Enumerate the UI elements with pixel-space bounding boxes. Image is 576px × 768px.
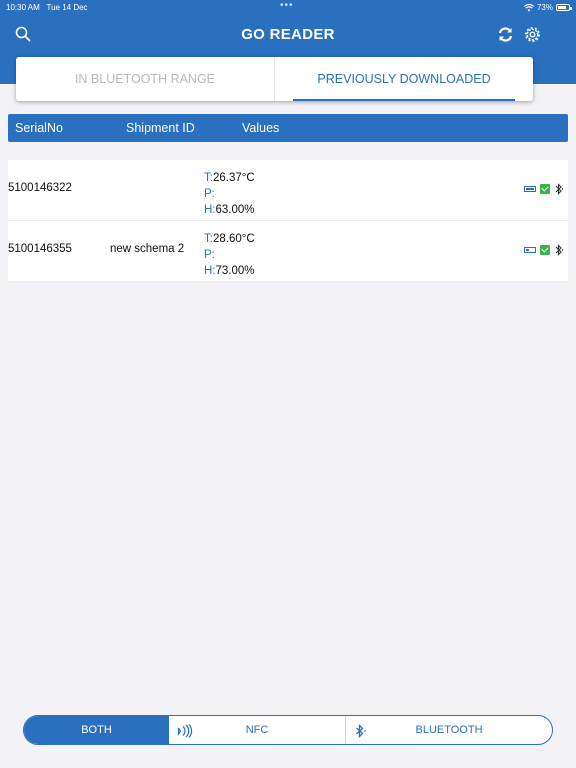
filter-label: BOTH xyxy=(81,724,112,736)
battery-percent: 73% xyxy=(536,3,553,12)
pressure-label: P: xyxy=(204,188,215,200)
column-header-serial: SerialNo xyxy=(15,121,63,135)
wifi-icon xyxy=(523,3,534,11)
sensor-values: T:26.37°C P: H:63.00% xyxy=(204,170,255,218)
check-icon xyxy=(540,245,550,255)
temperature-label: T: xyxy=(204,172,213,184)
refresh-icon xyxy=(498,26,512,42)
battery-level xyxy=(526,249,530,251)
filter-nfc-button[interactable]: NFC xyxy=(169,716,346,744)
battery-icon xyxy=(524,186,536,192)
temperature-label: T: xyxy=(204,233,213,245)
status-right: 73% xyxy=(523,3,572,12)
filter-bluetooth-button[interactable]: BLUETOOTH xyxy=(346,716,552,744)
nfc-icon xyxy=(177,724,193,738)
bluetooth-icon xyxy=(356,724,366,738)
filter-label: BLUETOOTH xyxy=(415,724,483,736)
battery-icon xyxy=(556,4,572,11)
tab-previously-downloaded[interactable]: PREVIOUSLY DOWNLOADED xyxy=(275,57,533,101)
refresh-button[interactable] xyxy=(495,24,515,44)
table-header: SerialNo Shipment ID Values xyxy=(8,114,568,142)
filter-both-button[interactable]: BOTH xyxy=(24,716,169,744)
tab-in-bluetooth-range[interactable]: IN BLUETOOTH RANGE xyxy=(16,57,275,101)
humidity-value: 73.00% xyxy=(215,265,255,277)
settings-button[interactable] xyxy=(522,24,542,44)
column-header-shipment: Shipment ID xyxy=(126,121,195,135)
serial-number: 5100146322 xyxy=(8,182,72,194)
temperature-value: 28.60°C xyxy=(212,233,255,245)
sensor-values: T:28.60°C P: H:73.00% xyxy=(204,231,255,279)
filter-label: NFC xyxy=(245,724,269,736)
humidity-value: 63.00% xyxy=(215,204,255,216)
tab-label: PREVIOUSLY DOWNLOADED xyxy=(317,72,491,86)
device-list: 5100146322 T:26.37°C P: H:63.00% 5100146… xyxy=(8,160,568,282)
humidity-label: H: xyxy=(204,265,216,277)
source-tabs: IN BLUETOOTH RANGE PREVIOUSLY DOWNLOADED xyxy=(16,57,533,101)
bluetooth-icon xyxy=(555,183,563,195)
pressure-label: P: xyxy=(204,249,215,261)
status-time: 10:30 AM Tue 14 Dec xyxy=(6,3,88,12)
temperature-value: 26.37°C xyxy=(212,172,255,184)
connection-filter: BOTH NFC BLUETOOTH xyxy=(23,715,553,745)
column-header-values: Values xyxy=(242,121,280,135)
shipment-id: new schema 2 xyxy=(110,243,185,255)
status-bar: 10:30 AM Tue 14 Dec ••• 73% xyxy=(0,0,576,16)
table-row[interactable]: 5100146355 new schema 2 T:28.60°C P: H:7… xyxy=(8,221,568,282)
check-icon xyxy=(540,184,550,194)
serial-number: 5100146355 xyxy=(8,243,72,255)
bluetooth-icon xyxy=(555,244,563,256)
row-status-icons xyxy=(524,244,564,256)
settings-icon xyxy=(524,26,540,42)
multitasking-dots[interactable]: ••• xyxy=(280,0,294,11)
table-row[interactable]: 5100146322 T:26.37°C P: H:63.00% xyxy=(8,160,568,221)
battery-level xyxy=(526,188,534,190)
app-title: GO READER xyxy=(241,26,335,43)
row-status-icons xyxy=(524,183,564,195)
battery-icon xyxy=(524,247,536,253)
humidity-label: H: xyxy=(204,204,216,216)
active-tab-indicator xyxy=(293,99,515,101)
tab-label: IN BLUETOOTH RANGE xyxy=(74,72,216,86)
